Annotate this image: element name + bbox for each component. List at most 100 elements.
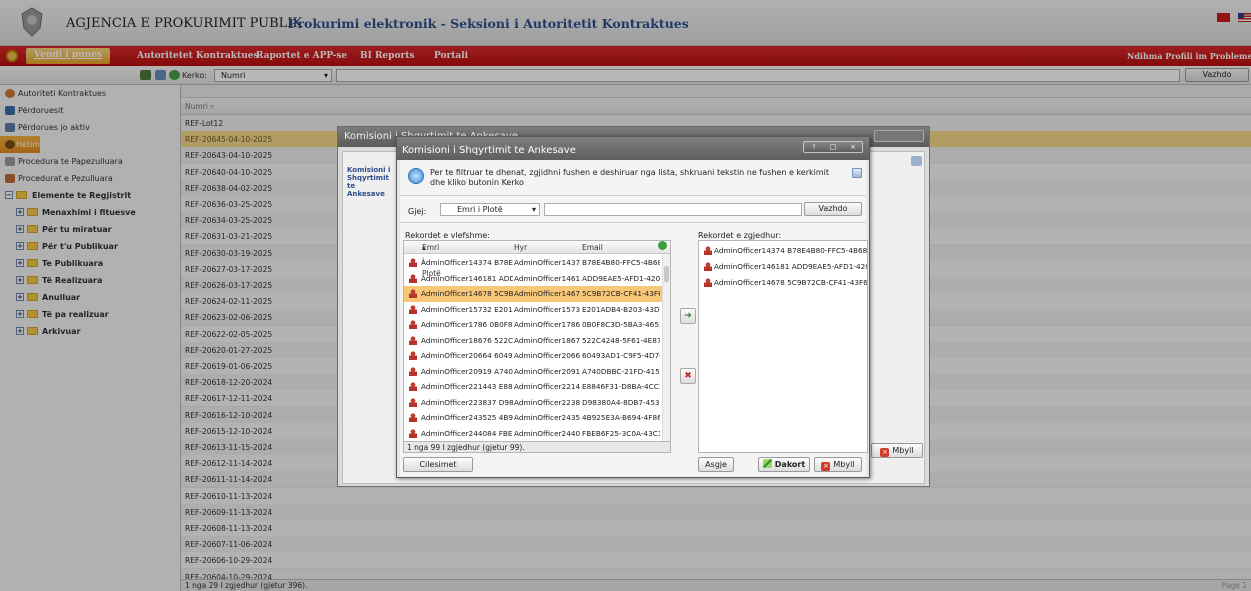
grid-cell: AdminOfficer146181 ADD9E <box>421 273 513 283</box>
grid-cell: 5C9B72CB-CF41-43F6 <box>582 289 660 298</box>
outer-dialog-heading: Komisioni i Shqyrtimit te Ankesave <box>347 166 391 198</box>
list-item[interactable]: AdminOfficer20664 60493A AdminOfficer2066… <box>404 348 662 364</box>
grid-cell: AdminOfficer2066 <box>514 351 580 360</box>
modal-body: Per te filtruar te dhenat, zgjidhni fush… <box>400 160 868 476</box>
refresh-icon[interactable] <box>658 241 667 250</box>
filter-instructions: Per te filtruar te dhenat, zgjidhni fush… <box>430 168 829 187</box>
grid-cell: AdminOfficer14678 5C9B72 <box>421 289 513 298</box>
user-icon <box>409 366 417 376</box>
user-icon <box>409 258 417 267</box>
list-item[interactable]: AdminOfficer14374 B78E4B AdminOfficer1437… <box>404 255 662 271</box>
grid-cell: AdminOfficer14374 B78E4B <box>421 258 513 267</box>
list-item[interactable]: AdminOfficer223837 D9838 AdminOfficer2238… <box>404 395 662 411</box>
list-item[interactable]: AdminOfficer146181 ADD9EAdminOfficer1461… <box>404 271 662 287</box>
list-item[interactable]: AdminOfficer221443 E8846 AdminOfficer2214… <box>404 379 662 395</box>
grid-cell: AdminOfficer20919 A740DB <box>421 366 513 376</box>
selected-record-label: AdminOfficer146181 ADD9EAE5-AFD1-420 <box>714 262 867 271</box>
user-icon <box>409 428 417 438</box>
divider <box>400 195 866 196</box>
user-icon <box>704 246 712 255</box>
list-item[interactable]: AdminOfficer14678 5C9B72CB-CF41-43F6- <box>699 275 867 291</box>
grid-cell: AdminOfficer2435 <box>514 413 580 422</box>
settings-button[interactable]: Cilesimet <box>403 457 473 472</box>
ok-button[interactable]: Dakort <box>758 457 810 472</box>
grid-cell: AdminOfficer2440 <box>514 428 580 438</box>
list-item[interactable]: AdminOfficer14374 B78E4B80-FFC5-4B68- <box>699 243 867 259</box>
scrollbar-thumb[interactable] <box>664 266 669 282</box>
user-icon <box>409 382 417 391</box>
close-icon[interactable]: × <box>846 142 860 152</box>
committee-modal: Komisioni i Shqyrtimit te Ankesave ! □ ×… <box>396 136 870 478</box>
grid-cell: 60493AD1-C9F5-4D7C <box>582 351 660 360</box>
user-icon <box>409 273 417 283</box>
column-header-email[interactable]: Email <box>582 241 603 254</box>
help-icon[interactable] <box>852 168 862 178</box>
modal-button-bar: Cilesimet Asgje Dakort × Mbyll <box>400 457 866 476</box>
grid-cell: AdminOfficer1467 <box>514 289 580 298</box>
list-item[interactable]: AdminOfficer20919 A740DBAdminOfficer2091… <box>404 364 662 380</box>
search-icon <box>408 168 424 184</box>
help-icon[interactable]: ! <box>807 142 821 152</box>
modal-window-buttons: ! □ × <box>803 141 863 153</box>
grid-cell: 4B925E3A-B694-4F86- <box>582 413 660 422</box>
cancel-button[interactable]: Asgje <box>698 457 734 472</box>
grid-cell: D98380A4-8DB7-4531 <box>582 397 660 407</box>
close-icon: × <box>880 448 890 457</box>
grid-cell: AdminOfficer244084 FBEB6 <box>421 428 513 438</box>
chevron-down-icon: ▾ <box>531 205 536 214</box>
close-icon: × <box>821 462 831 471</box>
add-selected-button[interactable]: ➔ <box>680 308 696 324</box>
grid-cell: AdminOfficer1461 <box>514 273 580 283</box>
grid-cell: AdminOfficer20664 60493A <box>421 351 513 360</box>
user-icon <box>704 262 712 271</box>
grid-cell: ADD9EAE5-AFD1-420E <box>582 273 660 283</box>
grid-cell: AdminOfficer223837 D9838 <box>421 397 513 407</box>
grid-cell: AdminOfficer18676 522C42 <box>421 335 513 345</box>
grid-cell: A740DBBC-21FD-4153 <box>582 366 660 376</box>
user-icon <box>409 351 417 360</box>
column-header-login[interactable]: Hyr <box>514 241 527 254</box>
grid-cell: 0B0F8C3D-5BA3-4653 <box>582 320 660 329</box>
close-button[interactable]: × Mbyll <box>814 457 862 472</box>
selected-records-label: Rekordet e zgjedhur: <box>698 231 782 240</box>
maximize-icon[interactable]: □ <box>826 142 840 152</box>
checkmark-icon <box>762 459 772 468</box>
outer-window-buttons[interactable] <box>874 130 924 142</box>
grid-cell: 522C4248-5F61-4E87- <box>582 335 660 345</box>
grid-scrollbar[interactable] <box>662 254 670 441</box>
grid-cell: AdminOfficer1867 <box>514 335 580 345</box>
find-label: Gjej: <box>408 207 427 216</box>
selected-records-grid: AdminOfficer14374 B78E4B80-FFC5-4B68- Adm… <box>698 240 868 453</box>
list-item[interactable]: AdminOfficer146181 ADD9EAE5-AFD1-420 <box>699 259 867 275</box>
column-header-name[interactable]: Emri i Plotë ▴ <box>422 241 441 278</box>
grid-cell: AdminOfficer1573 <box>514 304 580 314</box>
user-icon <box>409 304 417 314</box>
available-grid-footer: 1 nga 99 I zgjedhur (gjetur 99). <box>403 442 671 453</box>
list-item[interactable]: AdminOfficer18676 522C42 AdminOfficer1867… <box>404 333 662 349</box>
grid-cell: AdminOfficer221443 E8846 <box>421 382 513 391</box>
grid-cell: E201ADB4-B203-43DC <box>582 304 660 314</box>
grid-cell: AdminOfficer243525 4B925 <box>421 413 513 422</box>
remove-selected-button[interactable]: ✖ <box>680 368 696 384</box>
modal-title: Komisioni i Shqyrtimit te Ankesave <box>397 137 869 160</box>
list-item[interactable]: AdminOfficer14678 5C9B72 AdminOfficer1467… <box>404 286 662 302</box>
available-records-grid: Emri i Plotë ▴ Hyr Email AdminOfficer143… <box>403 240 671 442</box>
find-input[interactable] <box>544 203 802 216</box>
outer-close-button[interactable]: × Mbyll <box>871 443 923 458</box>
available-records-label: Rekordet e vlefshme: <box>405 231 490 240</box>
list-item[interactable]: AdminOfficer1786 0B0F8C3 AdminOfficer1786… <box>404 317 662 333</box>
find-field-select[interactable]: Emri i Plotë ▾ <box>440 203 540 216</box>
user-icon <box>409 413 417 422</box>
grid-cell: AdminOfficer2091 <box>514 366 580 376</box>
grid-cell: AdminOfficer15732 E201AD <box>421 304 513 314</box>
list-item[interactable]: AdminOfficer15732 E201ADAdminOfficer1573… <box>404 302 662 318</box>
list-item[interactable]: AdminOfficer243525 4B925 AdminOfficer2435… <box>404 410 662 426</box>
list-item[interactable]: AdminOfficer244084 FBEB6 AdminOfficer2440… <box>404 426 662 442</box>
divider <box>400 222 866 223</box>
user-icon <box>409 320 417 329</box>
find-continue-button[interactable]: Vazhdo <box>804 202 862 216</box>
grid-cell: AdminOfficer1786 0B0F8C3 <box>421 320 513 329</box>
selected-record-label: AdminOfficer14678 5C9B72CB-CF41-43F6- <box>714 278 867 287</box>
document-icon[interactable] <box>911 156 922 166</box>
grid-header: Emri i Plotë ▴ Hyr Email <box>404 241 670 278</box>
